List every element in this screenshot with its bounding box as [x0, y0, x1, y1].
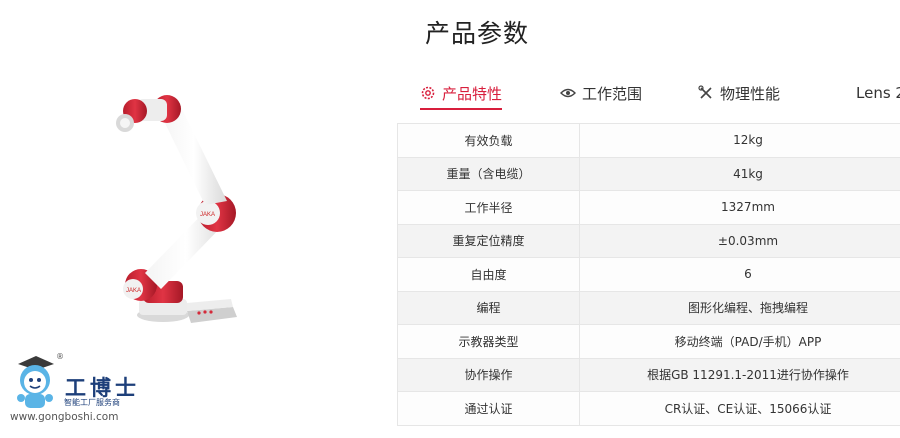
- tab-work-range[interactable]: 工作范围: [560, 78, 642, 108]
- brand-tagline: 智能工厂服务商: [64, 398, 120, 407]
- spec-label: 示教器类型: [397, 324, 580, 359]
- spec-label: 编程: [397, 290, 580, 325]
- spec-value: 根据GB 11291.1-2011进行协作操作: [579, 357, 900, 392]
- watermark-logo: ® 工博士 智能工厂服务商 www.gongboshi.com: [8, 352, 138, 430]
- spec-value: 移动终端（PAD/手机）APP: [579, 324, 900, 359]
- spec-label: 工作半径: [397, 190, 580, 225]
- brand-url: www.gongboshi.com: [10, 411, 119, 423]
- tab-label: 工作范围: [582, 84, 643, 103]
- tab-label: Lens 2: [856, 84, 900, 102]
- spec-label: 自由度: [397, 257, 580, 292]
- tab-label: 产品特性: [442, 84, 503, 103]
- spec-value: CR认证、CE认证、15066认证: [579, 391, 900, 426]
- tab-lens[interactable]: Lens 2: [856, 78, 900, 108]
- mascot-icon: [17, 356, 54, 408]
- table-row: 自由度 6: [397, 257, 900, 292]
- tab-physical-performance[interactable]: 物理性能: [698, 78, 780, 108]
- svg-text:JAKA: JAKA: [126, 288, 141, 294]
- table-row: 通过认证 CR认证、CE认证、15066认证: [397, 391, 900, 426]
- table-row: 编程 图形化编程、拖拽编程: [397, 290, 900, 325]
- tools-icon: [698, 85, 712, 99]
- spec-label: 通过认证: [397, 391, 580, 426]
- spec-label: 有效负载: [397, 123, 580, 158]
- spec-value: ±0.03mm: [579, 223, 900, 258]
- tab-label: 物理性能: [720, 84, 781, 103]
- table-row: 协作操作 根据GB 11291.1-2011进行协作操作: [397, 357, 900, 392]
- spec-value: 41kg: [579, 156, 900, 191]
- spec-label: 重复定位精度: [397, 223, 580, 258]
- spec-value: 6: [579, 257, 900, 292]
- spec-value: 12kg: [579, 123, 900, 158]
- spec-label: 协作操作: [397, 357, 580, 392]
- spec-table: 有效负载 12kg 重量（含电缆） 41kg 工作半径 1327mm 重复定位精…: [397, 123, 900, 426]
- gear-icon: [421, 86, 435, 100]
- table-row: 有效负载 12kg: [397, 123, 900, 158]
- spec-label: 重量（含电缆）: [397, 156, 580, 191]
- spec-value: 图形化编程、拖拽编程: [579, 290, 900, 325]
- robot-arm-image: JAKA JAKA: [116, 95, 237, 323]
- registered-mark: ®: [56, 352, 64, 361]
- table-row: 重复定位精度 ±0.03mm: [397, 223, 900, 258]
- table-row: 工作半径 1327mm: [397, 190, 900, 225]
- eye-icon: [560, 88, 576, 98]
- tab-product-features[interactable]: 产品特性: [420, 78, 503, 110]
- svg-text:JAKA: JAKA: [200, 212, 215, 218]
- spec-value: 1327mm: [579, 190, 900, 225]
- table-row: 示教器类型 移动终端（PAD/手机）APP: [397, 324, 900, 359]
- page-title: 产品参数: [425, 19, 530, 48]
- table-row: 重量（含电缆） 41kg: [397, 156, 900, 191]
